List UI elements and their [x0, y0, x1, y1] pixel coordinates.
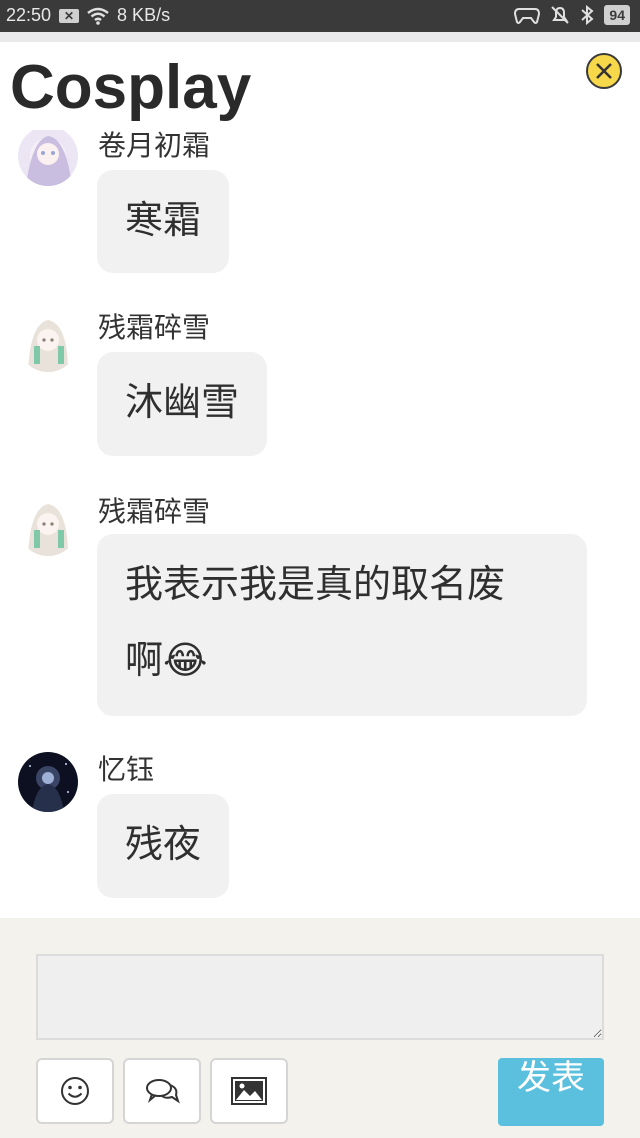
- send-button[interactable]: 发表: [498, 1058, 604, 1126]
- close-icon: [596, 63, 612, 79]
- message-bubble[interactable]: 沐幽雪: [97, 352, 268, 456]
- message-bubble[interactable]: 残夜: [97, 794, 230, 898]
- page-title: Cosplay: [10, 53, 252, 122]
- avatar[interactable]: [18, 496, 78, 556]
- message-text: 寒霜: [125, 198, 202, 242]
- status-bar-underlay: [0, 32, 640, 42]
- bluetooth-icon: [581, 5, 594, 25]
- message-bubble[interactable]: 我表示我是真的取名废 啊😂: [97, 534, 587, 716]
- message-nickname: 卷月初霜: [98, 130, 211, 162]
- close-button[interactable]: [586, 53, 622, 89]
- message-text-continued: 啊😂: [125, 638, 208, 682]
- gamepad-icon: [514, 8, 541, 24]
- message-nickname: 忆钰: [98, 753, 155, 786]
- message-nickname: 残霜碎雪: [98, 311, 211, 344]
- chat-button[interactable]: [123, 1058, 201, 1124]
- network-speed: 8 KB/s: [117, 5, 171, 25]
- avatar[interactable]: [18, 752, 78, 812]
- message-text: 我表示我是真的取名废: [125, 562, 506, 606]
- status-time: 22:50: [6, 5, 52, 25]
- image-icon: [231, 1077, 267, 1105]
- message-composer: 发表: [0, 918, 640, 1138]
- message-nickname: 残霜碎雪: [98, 495, 211, 528]
- status-bar: 22:50 ✕ 8 KB/s 94: [0, 0, 640, 32]
- avatar[interactable]: [18, 130, 78, 186]
- chat-message-list[interactable]: 卷月初霜 寒霜 残霜碎雪 沐幽雪 残霜碎雪 我表示我是真的取名废 啊😂 忆钰 残…: [0, 130, 640, 918]
- chat-bubbles-icon: [146, 1079, 180, 1104]
- emoji-button[interactable]: [36, 1058, 114, 1124]
- image-button[interactable]: [210, 1058, 288, 1124]
- bell-muted-icon: [551, 6, 570, 24]
- message-text: 残夜: [125, 822, 202, 866]
- message-input[interactable]: [36, 954, 604, 1040]
- avatar[interactable]: [18, 312, 78, 372]
- message-text: 沐幽雪: [125, 380, 240, 424]
- battery-indicator: 94: [604, 5, 630, 25]
- wifi-icon: [87, 7, 109, 25]
- notification-x-icon: ✕: [59, 8, 80, 23]
- smiley-icon: [61, 1077, 89, 1105]
- message-bubble[interactable]: 寒霜: [97, 170, 230, 273]
